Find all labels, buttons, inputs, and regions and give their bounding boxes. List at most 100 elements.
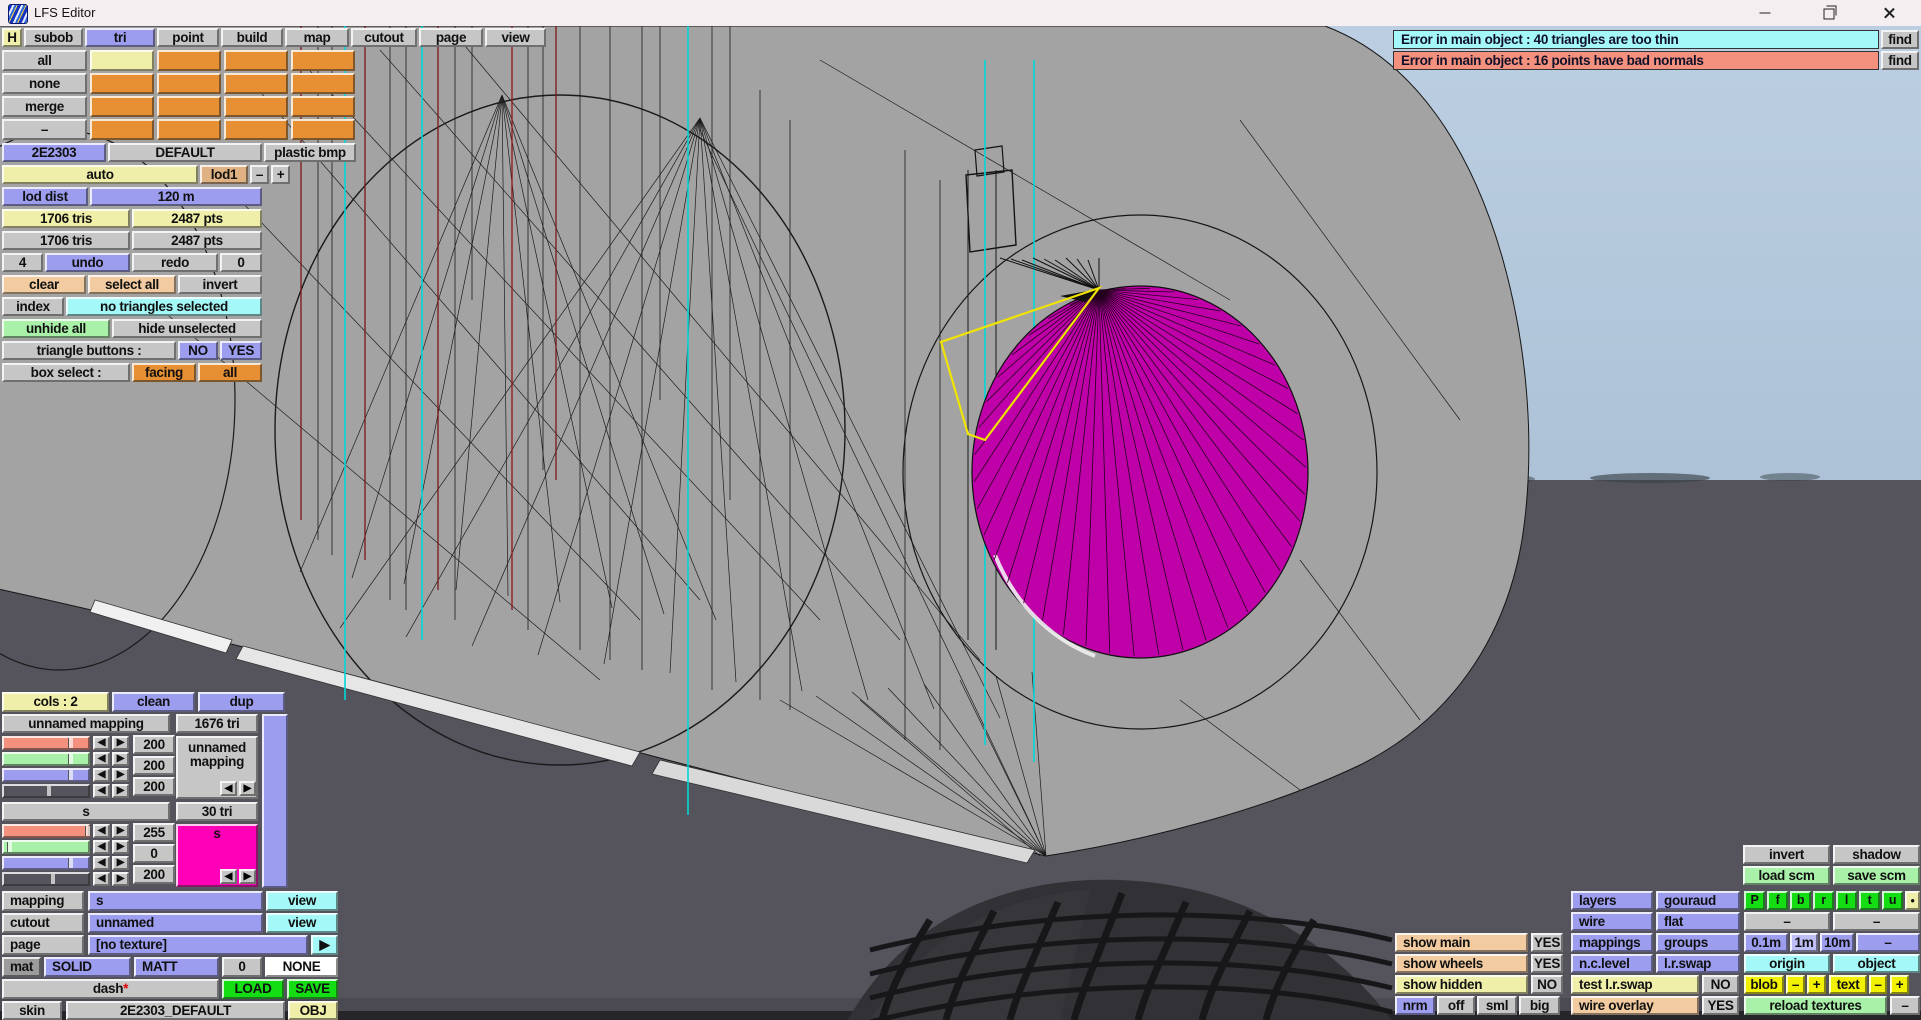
layer-l-button[interactable]: l: [1836, 891, 1857, 910]
menu-map[interactable]: map: [285, 28, 349, 47]
index-button[interactable]: index: [2, 297, 64, 316]
show-wheels-label[interactable]: show wheels: [1395, 954, 1528, 973]
green-value-2[interactable]: 0: [133, 844, 175, 863]
mappings-button[interactable]: mappings: [1571, 933, 1653, 952]
find-button-2[interactable]: find: [1881, 51, 1919, 70]
shadow-button[interactable]: shadow: [1833, 845, 1920, 864]
obj-button[interactable]: OBJ: [288, 1001, 338, 1020]
menu-point[interactable]: point: [157, 28, 219, 47]
mat-label[interactable]: mat: [2, 957, 41, 977]
clear-button[interactable]: clear: [2, 275, 86, 294]
blue-slider-2[interactable]: [2, 856, 90, 870]
cutout-label[interactable]: cutout: [2, 913, 84, 933]
reload-dash-button[interactable]: –: [1890, 996, 1920, 1015]
mapping-scrollbar[interactable]: [262, 714, 288, 888]
clean-button[interactable]: clean: [112, 692, 195, 712]
subob-dash[interactable]: –: [2, 119, 87, 140]
mapping-value[interactable]: s: [88, 891, 263, 911]
object-button[interactable]: object: [1833, 954, 1920, 973]
blue-slider[interactable]: [2, 768, 90, 782]
page-label[interactable]: page: [2, 935, 84, 955]
layer-r-button[interactable]: r: [1813, 891, 1834, 910]
green-slider[interactable]: [2, 752, 90, 766]
mapping-name-0[interactable]: unnamed mapping: [2, 714, 170, 733]
swatch-prev-arrow[interactable]: ◀: [220, 869, 237, 884]
mapping-prev-arrow[interactable]: ◀: [220, 781, 237, 796]
box-select-all[interactable]: all: [198, 363, 262, 382]
extra-right-arrow[interactable]: ▶: [112, 784, 129, 798]
nrm-off-button[interactable]: off: [1437, 996, 1475, 1015]
red-left-arrow[interactable]: ◀: [93, 736, 110, 750]
box-select-facing[interactable]: facing: [132, 363, 196, 382]
layers-button[interactable]: layers: [1571, 891, 1653, 910]
test-lr-swap-button[interactable]: test l.r.swap: [1571, 975, 1699, 994]
subob-grid-cell[interactable]: [157, 50, 221, 71]
wire-overlay-toggle[interactable]: YES: [1702, 996, 1739, 1015]
mapping-view-button[interactable]: view: [266, 891, 338, 911]
subob-none[interactable]: none: [2, 73, 87, 94]
save-button[interactable]: SAVE: [287, 979, 338, 999]
blob-plus-button[interactable]: +: [1807, 975, 1826, 994]
subob-all[interactable]: all: [2, 50, 87, 71]
reload-textures-button[interactable]: reload textures: [1744, 996, 1887, 1015]
red2-left-arrow[interactable]: ◀: [93, 824, 110, 838]
green-left-arrow[interactable]: ◀: [93, 752, 110, 766]
skin-value[interactable]: 2E2303_DEFAULT: [66, 1001, 285, 1020]
subob-grid-cell[interactable]: [224, 50, 288, 71]
blue-right-arrow[interactable]: ▶: [112, 768, 129, 782]
blue2-left-arrow[interactable]: ◀: [93, 856, 110, 870]
mapping-name-1[interactable]: s: [2, 802, 170, 821]
layer-t-button[interactable]: t: [1859, 891, 1880, 910]
subob-grid-cell[interactable]: [157, 73, 221, 94]
nrm-button[interactable]: nrm: [1395, 996, 1435, 1015]
green2-left-arrow[interactable]: ◀: [93, 840, 110, 854]
restore-icon[interactable]: [1806, 0, 1852, 26]
cutout-value[interactable]: unnamed: [88, 913, 263, 933]
red-value[interactable]: 200: [133, 735, 175, 754]
subob-grid-cell[interactable]: [157, 119, 221, 140]
subob-grid-cell[interactable]: [224, 73, 288, 94]
minimize-icon[interactable]: [1742, 0, 1788, 26]
gouraud-button[interactable]: gouraud: [1656, 891, 1740, 910]
wire-button[interactable]: wire: [1571, 912, 1653, 931]
grid-1m-button[interactable]: 1m: [1790, 933, 1818, 952]
red-slider[interactable]: [2, 736, 90, 750]
grid-01m-button[interactable]: 0.1m: [1744, 933, 1788, 952]
menu-tri[interactable]: tri: [85, 28, 155, 47]
menu-page[interactable]: page: [419, 28, 483, 47]
page-next-arrow[interactable]: ▶: [311, 935, 338, 955]
subob-grid-cell[interactable]: [291, 119, 355, 140]
red-right-arrow[interactable]: ▶: [112, 736, 129, 750]
lod-dist-label[interactable]: lod dist: [2, 187, 88, 206]
text-minus-button[interactable]: –: [1869, 975, 1887, 994]
lod-minus-button[interactable]: –: [250, 165, 269, 184]
extra-slider-2[interactable]: [2, 872, 90, 886]
subob-grid-cell[interactable]: [90, 96, 154, 117]
nc-level-button[interactable]: n.c.level: [1571, 954, 1653, 973]
auto-button[interactable]: auto: [2, 165, 198, 184]
menu-view[interactable]: view: [485, 28, 546, 47]
menu-h[interactable]: H: [2, 28, 22, 47]
layer-f-button[interactable]: f: [1767, 891, 1788, 910]
cols-button[interactable]: cols : 2: [2, 692, 109, 712]
save-scm-button[interactable]: save scm: [1833, 866, 1920, 885]
nrm-sml-button[interactable]: sml: [1477, 996, 1517, 1015]
dash-button[interactable]: dash *: [2, 979, 219, 999]
test-lr-swap-toggle[interactable]: NO: [1702, 975, 1739, 994]
show-hidden-label[interactable]: show hidden: [1395, 975, 1528, 994]
blue-value-2[interactable]: 200: [133, 865, 175, 884]
swatch-next-arrow[interactable]: ▶: [239, 869, 256, 884]
extra-slider[interactable]: [2, 784, 90, 798]
triangle-buttons-yes[interactable]: YES: [220, 341, 262, 360]
subob-merge[interactable]: merge: [2, 96, 87, 117]
show-main-label[interactable]: show main: [1395, 933, 1528, 952]
red-slider-2[interactable]: [2, 824, 90, 838]
lod-dist-value[interactable]: 120 m: [90, 187, 262, 206]
extra-left-arrow[interactable]: ◀: [93, 784, 110, 798]
mat-none[interactable]: NONE: [265, 957, 338, 977]
hide-unselected-button[interactable]: hide unselected: [112, 319, 262, 338]
layer-b-button[interactable]: b: [1790, 891, 1811, 910]
blob-button[interactable]: blob: [1744, 975, 1784, 994]
mat-zero[interactable]: 0: [222, 957, 262, 977]
nrm-big-button[interactable]: big: [1519, 996, 1560, 1015]
